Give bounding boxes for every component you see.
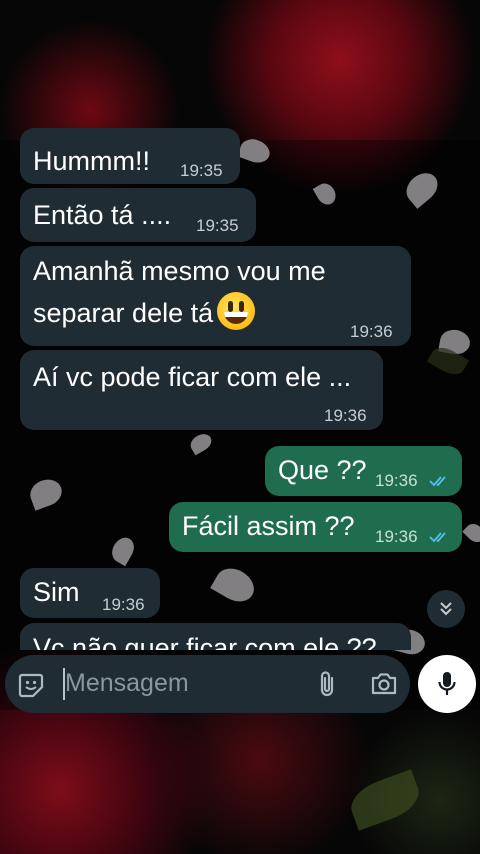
message-timestamp: 19:36 bbox=[350, 322, 393, 341]
emoji-mouth bbox=[224, 312, 249, 324]
message-list[interactable]: Hummm!! 19:35 Então tá .... 19:35 Amanhã… bbox=[0, 0, 480, 650]
message-timestamp: 19:35 bbox=[196, 216, 239, 235]
scroll-to-bottom-button[interactable] bbox=[427, 590, 465, 628]
message-text: Então tá .... bbox=[33, 200, 172, 230]
message-bubble-incoming[interactable]: Aí vc pode ficar com ele ... 19:36 bbox=[20, 350, 383, 430]
message-bubble-incoming[interactable]: Sim 19:36 bbox=[20, 568, 160, 618]
voice-message-button[interactable] bbox=[418, 655, 476, 713]
message-text: Que ?? bbox=[278, 455, 367, 485]
message-text: Vc não quer ficar com ele ?? bbox=[33, 633, 377, 650]
emoji-eye bbox=[239, 301, 245, 312]
attach-button[interactable] bbox=[311, 668, 343, 700]
message-text-line-2: separar dele tá bbox=[33, 292, 256, 334]
wallpaper-leaf bbox=[345, 769, 425, 831]
message-input[interactable]: Mensagem bbox=[65, 669, 189, 698]
message-text: separar dele tá bbox=[33, 298, 214, 328]
sticker-icon bbox=[18, 673, 44, 698]
message-timestamp: 19:36 bbox=[324, 406, 367, 425]
message-text: Fácil assim ?? bbox=[182, 511, 355, 541]
grinning-face-emoji bbox=[217, 292, 256, 330]
message-bubble-outgoing[interactable]: Fácil assim ?? 19:36 bbox=[169, 502, 462, 552]
message-text: Aí vc pode ficar com ele ... bbox=[33, 362, 352, 392]
message-timestamp: 19:36 bbox=[102, 595, 145, 614]
camera-button[interactable] bbox=[367, 668, 401, 700]
message-composer[interactable]: Mensagem bbox=[5, 655, 410, 713]
message-bubble-incoming[interactable]: Então tá .... 19:35 bbox=[20, 188, 256, 242]
read-receipt-icon bbox=[429, 532, 446, 543]
camera-icon bbox=[371, 673, 397, 695]
attach-icon bbox=[320, 671, 334, 697]
message-text: Sim bbox=[33, 577, 80, 607]
sticker-button[interactable] bbox=[15, 669, 47, 701]
double-chevron-down-icon bbox=[440, 602, 452, 616]
message-timestamp: 19:36 bbox=[375, 471, 418, 490]
message-timestamp: 19:35 bbox=[180, 161, 223, 180]
message-text: Hummm!! bbox=[33, 146, 150, 176]
message-bubble-incoming[interactable]: Vc não quer ficar com ele ?? bbox=[20, 623, 411, 650]
emoji-eye bbox=[228, 301, 234, 312]
read-receipt-icon bbox=[429, 476, 446, 487]
message-bubble-incoming[interactable]: Amanhã mesmo vou me separar dele tá 19:3… bbox=[20, 246, 411, 346]
mic-icon bbox=[438, 672, 456, 695]
message-timestamp: 19:36 bbox=[375, 527, 418, 546]
message-text-line-1: Amanhã mesmo vou me bbox=[33, 256, 326, 286]
message-bubble-outgoing[interactable]: Que ?? 19:36 bbox=[265, 446, 462, 496]
message-bubble-incoming[interactable]: Hummm!! 19:35 bbox=[20, 128, 240, 184]
